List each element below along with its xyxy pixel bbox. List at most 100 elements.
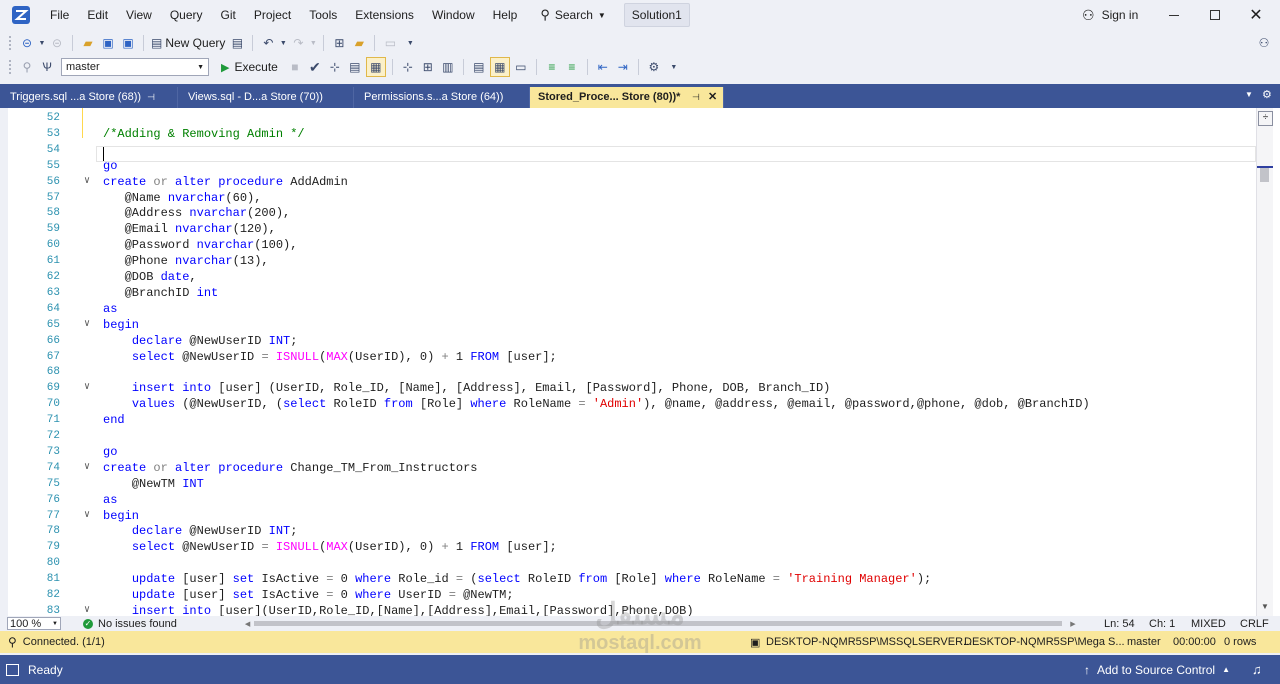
- query-designer-icon[interactable]: ▤: [346, 58, 364, 76]
- code-line[interactable]: 73 go: [0, 444, 1256, 460]
- feedback-icon[interactable]: ⚇: [1255, 34, 1273, 52]
- query-file-icon[interactable]: ▤: [228, 34, 246, 52]
- code-line[interactable]: 64 as: [0, 301, 1256, 317]
- redo-icon[interactable]: ↷: [289, 34, 307, 52]
- gear-icon[interactable]: ⚙: [1262, 88, 1272, 101]
- sign-in-button[interactable]: ⚇ Sign in: [1082, 0, 1138, 30]
- menu-window[interactable]: Window: [423, 0, 484, 30]
- scroll-thumb[interactable]: [1260, 168, 1269, 182]
- issues-status[interactable]: No issues found: [98, 618, 177, 630]
- code-line[interactable]: 69 ∨ insert into [user] (UserID, Role_ID,…: [0, 380, 1256, 396]
- toolbar-options-icon[interactable]: ▼: [401, 34, 419, 52]
- ssms-logo-icon[interactable]: [11, 5, 31, 25]
- menu-view[interactable]: View: [117, 0, 161, 30]
- collapse-region-icon[interactable]: ∨: [84, 603, 90, 616]
- code-line[interactable]: 52: [0, 110, 1256, 126]
- toolbar-options-icon[interactable]: ▼: [665, 58, 683, 76]
- code-line[interactable]: 67 select @NewUserID = ISNULL(MAX(UserID…: [0, 349, 1256, 365]
- code-line[interactable]: 83 ∨ insert into [user](UserID,Role_ID,[N…: [0, 603, 1256, 616]
- client-stats-icon[interactable]: ▥: [439, 58, 457, 76]
- code-line[interactable]: 80: [0, 555, 1256, 571]
- chevron-down-icon[interactable]: ▼: [38, 34, 46, 52]
- parse-check-icon[interactable]: ✔: [306, 58, 324, 76]
- tab-views[interactable]: Views.sql - D...a Store (70)): [178, 87, 354, 108]
- collapse-region-icon[interactable]: ∨: [84, 317, 90, 333]
- code-line[interactable]: 74 ∨ create or alter procedure Change_TM_F…: [0, 460, 1256, 476]
- menu-extensions[interactable]: Extensions: [346, 0, 423, 30]
- code-line[interactable]: 55 go: [0, 158, 1256, 174]
- menu-project[interactable]: Project: [245, 0, 300, 30]
- comment-icon[interactable]: ≡: [543, 58, 561, 76]
- stop-icon[interactable]: ■: [286, 58, 304, 76]
- pin-icon[interactable]: ⊣: [147, 87, 155, 108]
- code-line[interactable]: 78 declare @NewUserID INT;: [0, 523, 1256, 539]
- save-all-icon[interactable]: ▣: [119, 34, 137, 52]
- menu-tools[interactable]: Tools: [300, 0, 346, 30]
- specify-values-icon[interactable]: ⚙: [645, 58, 663, 76]
- toolbar-grip[interactable]: [8, 35, 12, 51]
- results-to-text-icon[interactable]: ▤: [470, 58, 488, 76]
- undo-icon[interactable]: ↶: [259, 34, 277, 52]
- tab-permissions[interactable]: Permissions.s...a Store (64)): [354, 87, 530, 108]
- collapse-region-icon[interactable]: ∨: [84, 380, 90, 396]
- increase-indent-icon[interactable]: ⇥: [614, 58, 632, 76]
- live-stats-icon[interactable]: ⊞: [419, 58, 437, 76]
- close-button[interactable]: ✕: [1236, 0, 1276, 30]
- execute-button[interactable]: ▶ Execute: [221, 60, 278, 74]
- code-line[interactable]: 72: [0, 428, 1256, 444]
- collapse-region-icon[interactable]: ∨: [84, 174, 90, 190]
- code-line[interactable]: 53 /*Adding & Removing Admin */: [0, 126, 1256, 142]
- pin-icon[interactable]: ⊣: [692, 87, 700, 108]
- results-grid-icon[interactable]: ▦: [489, 57, 510, 77]
- close-tab-icon[interactable]: ✕: [708, 87, 717, 108]
- code-line[interactable]: 62 @DOB date,: [0, 269, 1256, 285]
- whitespace-mode-status[interactable]: MIXED: [1191, 618, 1226, 630]
- code-line[interactable]: 75 @NewTM INT: [0, 476, 1256, 492]
- code-line[interactable]: 60 @Password nvarchar(100),: [0, 237, 1256, 253]
- connect-icon[interactable]: ⚲: [18, 58, 36, 76]
- code-line[interactable]: 76 as: [0, 492, 1256, 508]
- code-line[interactable]: 59 @Email nvarchar(120),: [0, 221, 1256, 237]
- restore-button[interactable]: [1195, 0, 1235, 30]
- display-plan-icon[interactable]: ⊹: [326, 58, 344, 76]
- include-plan-icon[interactable]: ⊹: [399, 58, 417, 76]
- code-line[interactable]: 70 values (@NewUserID, (select RoleID fr…: [0, 396, 1256, 412]
- results-to-grid-icon[interactable]: ▦: [365, 57, 386, 77]
- code-line[interactable]: 58 @Address nvarchar(200),: [0, 205, 1256, 221]
- code-line[interactable]: 54: [0, 142, 1256, 158]
- back-icon[interactable]: ⊝: [18, 34, 36, 52]
- code-line[interactable]: 68: [0, 364, 1256, 380]
- zoom-select[interactable]: 100 % ▼: [7, 617, 61, 630]
- decrease-indent-icon[interactable]: ⇤: [594, 58, 612, 76]
- vertical-scrollbar[interactable]: ÷ ▼: [1256, 108, 1273, 616]
- code-line[interactable]: 71 end: [0, 412, 1256, 428]
- tab-stored-procedures[interactable]: Stored_Proce... Store (80))* ⊣ ✕: [530, 87, 724, 108]
- menu-git[interactable]: Git: [212, 0, 245, 30]
- tab-triggers[interactable]: Triggers.sql ...a Store (68)) ⊣: [0, 87, 178, 108]
- object-explorer-icon[interactable]: ⊞: [330, 34, 348, 52]
- code-line[interactable]: 65 ∨ begin: [0, 317, 1256, 333]
- code-line[interactable]: 82 update [user] set IsActive = 0 where …: [0, 587, 1256, 603]
- change-connection-icon[interactable]: Ѱ: [38, 58, 56, 76]
- code-line[interactable]: 81 update [user] set IsActive = 0 where …: [0, 571, 1256, 587]
- line-ending-status[interactable]: CRLF: [1240, 618, 1269, 630]
- new-query-button[interactable]: ▤ New Query: [151, 36, 225, 50]
- save-icon[interactable]: ▣: [99, 34, 117, 52]
- code-line[interactable]: 61 @Phone nvarchar(13),: [0, 253, 1256, 269]
- properties-icon[interactable]: ▭: [381, 34, 399, 52]
- source-control-button[interactable]: ↑ Add to Source Control ▲: [1084, 663, 1230, 677]
- toolbar-grip[interactable]: [8, 59, 12, 75]
- template-explorer-icon[interactable]: ▰: [350, 34, 368, 52]
- database-select[interactable]: master ▼: [61, 58, 209, 76]
- open-folder-icon[interactable]: ▰: [79, 34, 97, 52]
- scroll-right-icon[interactable]: ▶: [1070, 620, 1075, 628]
- menu-edit[interactable]: Edit: [78, 0, 117, 30]
- chevron-down-icon[interactable]: ▼: [309, 34, 317, 52]
- results-to-file-icon[interactable]: ▭: [512, 58, 530, 76]
- code-line[interactable]: 79 select @NewUserID = ISNULL(MAX(UserID…: [0, 539, 1256, 555]
- search-box[interactable]: ⚲ Search ▼: [534, 4, 611, 26]
- tab-list-dropdown-icon[interactable]: ▼: [1245, 90, 1253, 99]
- forward-icon[interactable]: ⊝: [48, 34, 66, 52]
- horizontal-scrollbar[interactable]: [254, 621, 1063, 626]
- menu-query[interactable]: Query: [161, 0, 212, 30]
